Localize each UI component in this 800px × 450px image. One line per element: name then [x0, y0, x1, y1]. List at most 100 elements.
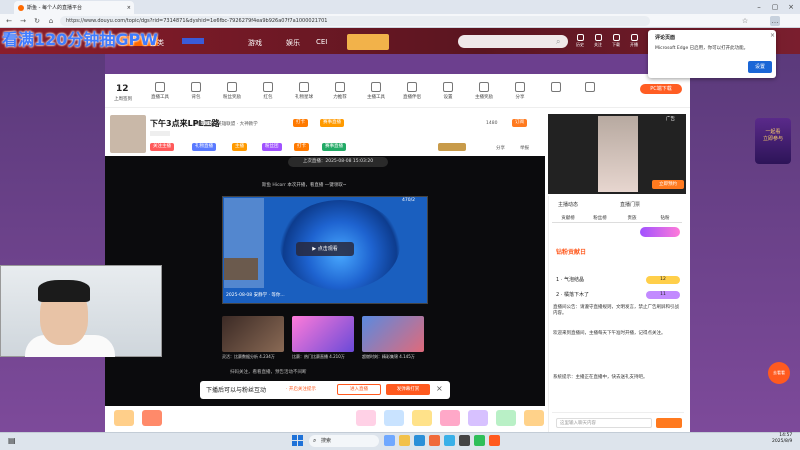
- send-danmaku-button[interactable]: 发弹幕打赏: [386, 384, 430, 395]
- gift-item-5[interactable]: [412, 410, 432, 426]
- tag-gift-live[interactable]: 礼物直播: [192, 143, 216, 151]
- nav-cei[interactable]: CEI: [316, 38, 327, 46]
- ad-reserve-button[interactable]: 立即预约: [652, 180, 684, 189]
- report-link[interactable]: 举报: [520, 145, 529, 151]
- tool-extra[interactable]: [541, 82, 571, 94]
- extensions-icon[interactable]: ☆: [740, 16, 750, 26]
- tool-settings[interactable]: 设置: [433, 82, 463, 100]
- tool-live[interactable]: 直播工具: [145, 82, 175, 100]
- popup-setting-button[interactable]: 设置: [748, 61, 772, 73]
- download-icon[interactable]: 下载: [609, 34, 623, 48]
- browser-menu-icon[interactable]: …: [770, 16, 780, 26]
- gift-item-3[interactable]: [356, 410, 376, 426]
- rank-row-2[interactable]: 2 · 橘落下木了: [556, 291, 589, 298]
- widgets-icon[interactable]: ▤: [8, 436, 16, 445]
- follow-tag[interactable]: 打卡: [293, 119, 308, 127]
- tool-share[interactable]: [575, 82, 605, 94]
- tool-gift-planet[interactable]: 礼物星球: [289, 82, 319, 100]
- stream-category[interactable]: 网游竞技 · 英雄联盟 · 大神教学: [195, 121, 258, 127]
- taskbar-app-explorer[interactable]: [399, 435, 410, 446]
- rank-row-1[interactable]: 1 · 气泡结晶: [556, 276, 584, 283]
- gift-item-1[interactable]: [114, 410, 134, 426]
- gift-item-8[interactable]: [496, 410, 516, 426]
- tag-follow-anchor[interactable]: 关注主播: [150, 143, 174, 151]
- history-icon[interactable]: 历史: [573, 34, 587, 48]
- share-link[interactable]: 分享: [496, 145, 505, 151]
- tag-checkin[interactable]: 打卡: [294, 143, 309, 151]
- gift-item-4[interactable]: [384, 410, 404, 426]
- site-favicon-icon: [18, 4, 24, 11]
- home-icon[interactable]: ⌂: [46, 16, 56, 26]
- subtab-diamond[interactable]: 钻粉: [648, 214, 682, 223]
- tool-checkin[interactable]: 上周签到: [108, 96, 138, 102]
- tool-help[interactable]: 分享: [505, 82, 535, 100]
- tab-ticket[interactable]: 直播门票: [620, 201, 640, 208]
- side-badge[interactable]: 去看看: [768, 362, 790, 384]
- tool-companion[interactable]: 直播伴侣: [397, 82, 427, 100]
- taskbar-app-wechat[interactable]: [474, 435, 485, 446]
- gift-banner-button[interactable]: [438, 143, 466, 151]
- rank-title: 钻粉贡献日: [556, 249, 587, 256]
- tag-fan-club[interactable]: 粉丝团: [262, 143, 282, 151]
- close-window-icon[interactable]: ×: [786, 2, 796, 12]
- event-tag[interactable]: 赛事直播: [320, 119, 344, 127]
- side-promo[interactable]: 一起看 立即参与: [755, 118, 791, 164]
- taskbar-app-media[interactable]: [459, 435, 470, 446]
- streamer-avatar[interactable]: [110, 115, 146, 153]
- play-button[interactable]: ▶ 点击观看: [296, 242, 354, 256]
- taskbar-app-files[interactable]: [384, 435, 395, 446]
- start-icon[interactable]: [292, 435, 303, 446]
- preview-caption: 2025-08-08 安静学 · 等你...: [226, 293, 285, 298]
- gift-item-2[interactable]: [142, 410, 162, 426]
- gift-item-7[interactable]: [468, 410, 488, 426]
- chat-input[interactable]: 这里输入聊天内容: [556, 418, 652, 428]
- tool-fans[interactable]: 粉丝奖励: [217, 82, 247, 100]
- tag-match[interactable]: 赛事直播: [322, 143, 346, 151]
- gift-item-6[interactable]: [440, 410, 460, 426]
- tag-anchor[interactable]: 主播: [232, 143, 247, 151]
- popup-close-icon[interactable]: ×: [770, 32, 775, 39]
- taskbar-app-qq[interactable]: [444, 435, 455, 446]
- nav-promo-icon[interactable]: [182, 38, 204, 44]
- nav-games[interactable]: 游戏: [248, 38, 262, 48]
- back-icon[interactable]: ←: [4, 16, 14, 26]
- header-event-banner[interactable]: [347, 34, 389, 50]
- taskbar-app-edge[interactable]: [414, 435, 425, 446]
- tool-recommend[interactable]: 力推荐: [325, 82, 355, 100]
- recommend-thumb-1[interactable]: [222, 316, 284, 352]
- refresh-icon[interactable]: ↻: [32, 16, 42, 26]
- minimize-icon[interactable]: –: [754, 2, 764, 12]
- close-tab-icon[interactable]: ×: [127, 5, 131, 11]
- nav-entertainment[interactable]: 娱乐: [286, 38, 300, 48]
- vip-banner[interactable]: [640, 227, 680, 237]
- subtab-fans[interactable]: 粉丝榜: [584, 214, 616, 223]
- gift-item-9[interactable]: [524, 410, 544, 426]
- search-icon[interactable]: ⌕: [556, 37, 560, 47]
- pc-download-button[interactable]: PC端下载: [640, 84, 682, 94]
- forward-icon[interactable]: →: [18, 16, 28, 26]
- follow-icon[interactable]: 关注: [591, 34, 605, 48]
- taskbar-app-douyu[interactable]: [489, 435, 500, 446]
- taskbar-clock[interactable]: 14:57 2025/8/9: [772, 433, 792, 445]
- send-button[interactable]: [656, 418, 682, 428]
- url-input[interactable]: https://www.douyu.com/topic/dgs?rid=7314…: [60, 16, 650, 26]
- ad-image: [598, 116, 638, 192]
- subtab-noble[interactable]: 贵族: [616, 214, 648, 223]
- tab-anchor-dynamics[interactable]: 主播动态: [558, 201, 578, 208]
- site-search-input[interactable]: [458, 35, 568, 48]
- recommend-thumb-3[interactable]: [362, 316, 424, 352]
- maximize-icon[interactable]: ▢: [770, 2, 780, 12]
- tool-anchor[interactable]: 主播工具: [361, 82, 391, 100]
- enter-live-button[interactable]: 进入直播: [337, 384, 381, 395]
- taskbar-search[interactable]: 搜索: [309, 435, 379, 447]
- subscribe-button[interactable]: 订阅: [512, 119, 527, 127]
- subtab-contrib[interactable]: 贡献榜: [552, 214, 584, 223]
- browser-tab[interactable]: 斯鱼 - 每个人的直播平台 ×: [14, 1, 134, 14]
- tool-reward[interactable]: 主播奖励: [469, 82, 499, 100]
- recommend-thumb-2[interactable]: [292, 316, 354, 352]
- tool-redpacket[interactable]: 红包: [253, 82, 283, 100]
- taskbar-app-store[interactable]: [429, 435, 440, 446]
- broadcast-icon[interactable]: 开播: [627, 34, 641, 48]
- tool-bag[interactable]: 背包: [181, 82, 211, 100]
- close-promo-icon[interactable]: ×: [436, 384, 443, 393]
